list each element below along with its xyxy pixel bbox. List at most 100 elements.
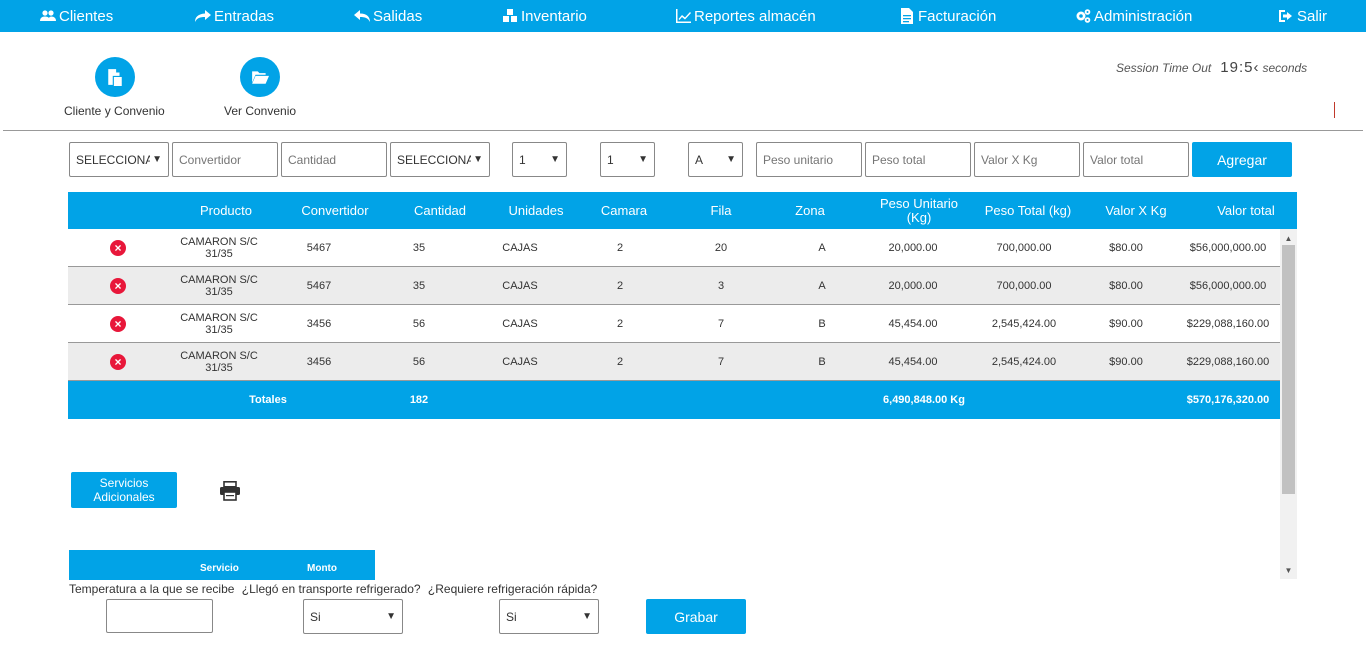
- cell-units: CAJAS: [502, 280, 538, 292]
- header-zone: Zona: [795, 202, 825, 218]
- totals-quantity: 182: [409, 394, 429, 406]
- cell-product: CAMARON S/C 31/35: [180, 236, 258, 260]
- total-weight-field[interactable]: [872, 152, 964, 167]
- refrigerated-transport-value: Si: [310, 609, 321, 624]
- session-timeout: Session Time Out 19:5‹ seconds: [1116, 59, 1307, 76]
- caret-down-icon: ▼: [550, 154, 560, 165]
- cell-quantity: 56: [412, 356, 426, 368]
- cubes-icon: [502, 8, 518, 24]
- header-unit-weight: Peso Unitario (Kg): [879, 195, 959, 225]
- print-icon[interactable]: [219, 481, 241, 501]
- cell-camera: 2: [616, 318, 624, 330]
- header-quantity: Cantidad: [413, 202, 467, 218]
- nav-label: Salir: [1297, 7, 1328, 25]
- cell-unit-weight: 45,454.00: [888, 318, 938, 330]
- temperature-input[interactable]: [106, 599, 213, 633]
- row-select-value: 1: [607, 152, 614, 167]
- divider: [3, 130, 1363, 131]
- save-button[interactable]: Grabar: [646, 599, 746, 634]
- cell-product: CAMARON S/C 31/35: [180, 350, 258, 374]
- client-agreement-label: Cliente y Convenio: [64, 104, 165, 118]
- folder-open-icon: [252, 71, 269, 84]
- nav-entradas[interactable]: Entradas: [195, 0, 274, 32]
- cell-total-weight: 700,000.00: [996, 242, 1052, 254]
- services-table-header: Servicio Monto: [69, 550, 375, 580]
- value-kg-input[interactable]: [974, 142, 1080, 177]
- unit-select[interactable]: SELECCIONAR▼: [390, 142, 490, 177]
- caret-down-icon: ▼: [473, 154, 483, 165]
- nav-label: Facturación: [918, 7, 997, 25]
- view-agreement-label: Ver Convenio: [224, 104, 297, 118]
- nav-facturacion[interactable]: Facturación: [899, 0, 996, 32]
- nav-clientes[interactable]: Clientes: [40, 0, 113, 32]
- total-value-field[interactable]: [1090, 152, 1182, 167]
- camera-select[interactable]: 1 ▼: [512, 142, 567, 177]
- scroll-down-icon[interactable]: ▼: [1280, 563, 1297, 577]
- cell-total-value: $229,088,160.00: [1186, 356, 1270, 368]
- client-agreement-button[interactable]: [95, 57, 135, 97]
- nav-label: Salidas: [373, 7, 423, 25]
- delete-row-icon[interactable]: ×: [110, 316, 126, 332]
- zone-select-value: A: [695, 152, 704, 167]
- cell-camera: 2: [616, 280, 624, 292]
- total-weight-input[interactable]: [865, 142, 971, 177]
- nav-salir[interactable]: Salir: [1278, 0, 1327, 32]
- nav-label: Administración: [1094, 7, 1193, 25]
- nav-inventario[interactable]: Inventario: [502, 0, 587, 32]
- add-button[interactable]: Agregar: [1192, 142, 1292, 177]
- cell-total-weight: 700,000.00: [996, 280, 1052, 292]
- share-arrow-icon: [195, 8, 211, 24]
- additional-services-button[interactable]: Servicios Adicionales: [71, 472, 177, 508]
- value-kg-field[interactable]: [981, 152, 1073, 167]
- delete-row-icon[interactable]: ×: [110, 354, 126, 370]
- fast-refrigeration-value: Si: [506, 609, 517, 624]
- cell-value-kg: $80.00: [1109, 280, 1143, 292]
- header-total-weight: Peso Total (kg): [984, 202, 1072, 218]
- temperature-field[interactable]: [113, 609, 206, 623]
- caret-down-icon: ▼: [386, 611, 396, 622]
- unit-weight-field[interactable]: [763, 152, 855, 167]
- refrigerated-transport-select[interactable]: Si ▼: [303, 599, 403, 634]
- converter-field[interactable]: [179, 152, 271, 167]
- cell-quantity: 35: [412, 280, 426, 292]
- row-select[interactable]: 1 ▼: [600, 142, 655, 177]
- cell-row: 7: [717, 356, 725, 368]
- converter-input[interactable]: [172, 142, 278, 177]
- nav-administracion[interactable]: Administración: [1075, 0, 1192, 32]
- header-camera: Camara: [600, 202, 648, 218]
- product-select[interactable]: SELECCIONAR▼: [69, 142, 169, 177]
- scroll-up-icon[interactable]: ▲: [1280, 231, 1297, 245]
- cursor-mark: [1334, 102, 1335, 118]
- line-chart-icon: [675, 8, 691, 24]
- reply-arrow-icon: [354, 8, 370, 24]
- total-value-input[interactable]: [1083, 142, 1189, 177]
- view-agreement-button[interactable]: [240, 57, 280, 97]
- cell-quantity: 35: [412, 242, 426, 254]
- cell-unit-weight: 20,000.00: [888, 242, 938, 254]
- scroll-thumb[interactable]: [1282, 245, 1295, 494]
- nav-label: Clientes: [59, 7, 114, 25]
- cell-zone: B: [818, 356, 826, 368]
- zone-select[interactable]: A ▼: [688, 142, 743, 177]
- delete-row-icon[interactable]: ×: [110, 278, 126, 294]
- table-row: × CAMARON S/C 31/35 3456 56 CAJAS 2 7 B …: [68, 305, 1280, 343]
- fast-refrigeration-select[interactable]: Si ▼: [499, 599, 599, 634]
- nav-reportes[interactable]: Reportes almacén: [675, 0, 816, 32]
- unit-weight-input[interactable]: [756, 142, 862, 177]
- nav-salidas[interactable]: Salidas: [354, 0, 422, 32]
- refrigerated-transport-label: ¿Llegó en transporte refrigerado?: [241, 582, 421, 596]
- table-scrollbar[interactable]: ▲ ▼: [1280, 229, 1297, 579]
- cell-zone: A: [818, 242, 826, 254]
- temperature-label: Temperatura a la que se recibe: [69, 582, 235, 596]
- cell-converter: 3456: [306, 318, 332, 330]
- gears-icon: [1075, 8, 1091, 24]
- camera-select-value: 1: [519, 152, 526, 167]
- quantity-field[interactable]: [288, 152, 380, 167]
- cell-converter: 5467: [306, 242, 332, 254]
- delete-row-icon[interactable]: ×: [110, 240, 126, 256]
- header-service: Servicio: [200, 563, 239, 574]
- nav-label: Entradas: [214, 7, 275, 25]
- session-unit: seconds: [1262, 61, 1308, 75]
- totals-weight: 6,490,848.00 Kg: [883, 394, 965, 406]
- quantity-input[interactable]: [281, 142, 387, 177]
